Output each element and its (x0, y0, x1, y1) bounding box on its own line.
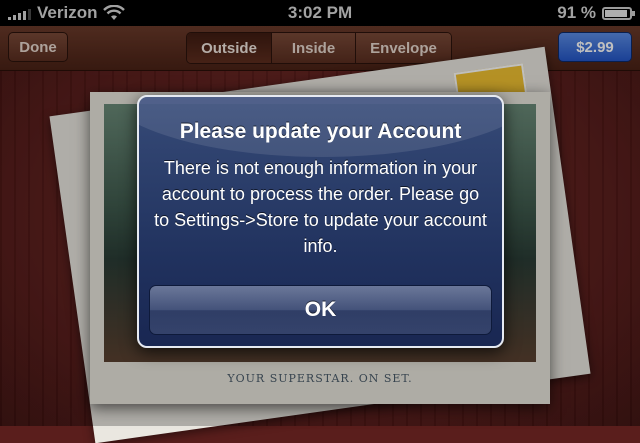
alert-message: There is not enough information in your … (154, 158, 487, 256)
alert-title: Please update your Account (179, 120, 462, 143)
ok-button[interactable]: OK (149, 285, 492, 335)
alert-dialog: Please update your Account There is not … (137, 95, 504, 348)
